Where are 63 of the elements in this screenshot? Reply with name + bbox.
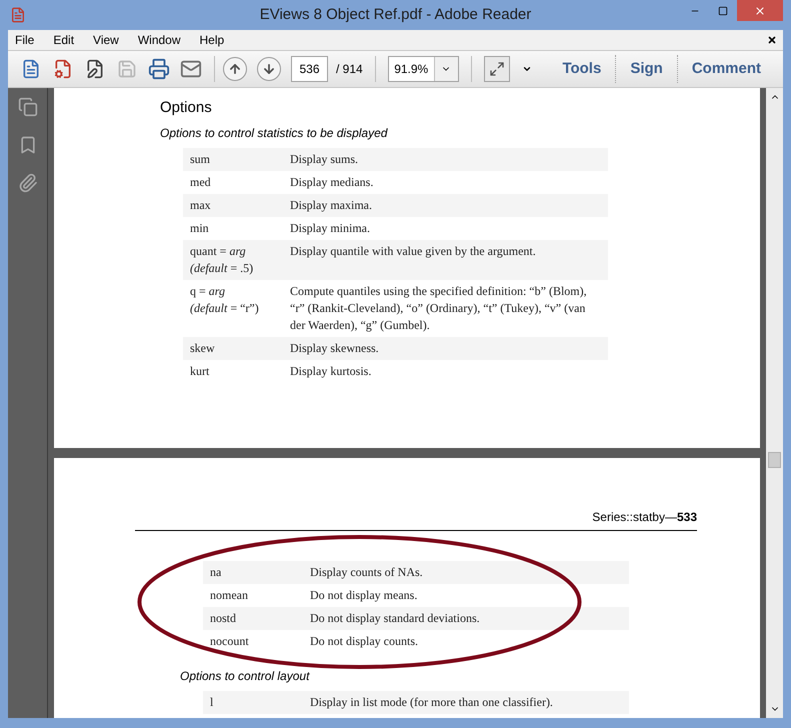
option-description: Do not display means. bbox=[310, 587, 418, 604]
document-gear-icon bbox=[53, 59, 73, 79]
menu-item[interactable]: Help bbox=[200, 31, 224, 49]
zoom-dropdown[interactable]: 91.9% bbox=[388, 56, 459, 82]
close-icon bbox=[754, 4, 766, 16]
document-pen-icon bbox=[85, 59, 105, 79]
option-default: (default = .5) bbox=[190, 260, 254, 276]
down-arrow-icon bbox=[262, 62, 276, 76]
section-subtitle: Options to control layout bbox=[180, 668, 311, 685]
maximize-icon bbox=[718, 6, 728, 16]
paperclip-icon[interactable] bbox=[18, 172, 38, 194]
option-description: Display counts of NAs. bbox=[310, 564, 423, 581]
menu-item[interactable]: File bbox=[15, 31, 34, 49]
menu-item[interactable]: Edit bbox=[53, 31, 74, 49]
scrollbar[interactable] bbox=[766, 88, 783, 718]
option-name: skew bbox=[190, 340, 216, 356]
pane-tab[interactable]: Tools bbox=[548, 58, 616, 80]
section-heading: Options bbox=[160, 98, 213, 118]
next-page-button[interactable] bbox=[257, 57, 281, 81]
option-description: Display medians. bbox=[290, 174, 374, 190]
page-count: / 914 bbox=[336, 61, 363, 78]
option-description: Compute quantiles using the specified definition: “b” (Blom), “r” (Rankit-Cleveland), “o” (Ordinary), “t” (Tukey), “v” (van der Waerden), “g” (Gumbel). bbox=[290, 282, 588, 334]
expand-arrows-icon bbox=[488, 61, 505, 77]
option-description: Do not display counts. bbox=[310, 633, 418, 650]
running-header: Series::statby—533 bbox=[592, 509, 697, 526]
section-subtitle: Options to control statistics to be displayed bbox=[160, 124, 389, 142]
option-name: med bbox=[190, 174, 212, 190]
customize-toolbar-icon[interactable] bbox=[522, 64, 532, 74]
menu-item[interactable]: View bbox=[93, 31, 119, 49]
page-number-field[interactable]: 536 bbox=[291, 56, 328, 82]
option-description: Do not display standard deviations. bbox=[310, 610, 480, 627]
option-name: nostd bbox=[210, 610, 238, 627]
option-description: Display sums. bbox=[290, 150, 358, 168]
option-name: quant = arg bbox=[190, 242, 247, 260]
option-name: nomean bbox=[210, 587, 249, 604]
option-name: q = arg bbox=[190, 282, 226, 300]
option-name: na bbox=[210, 564, 222, 581]
document-icon bbox=[21, 59, 41, 79]
window-title: EViews 8 Object Ref.pdf - Adobe Reader bbox=[260, 4, 532, 25]
option-name: nocount bbox=[210, 633, 250, 650]
option-default: (default = “r”) bbox=[190, 300, 260, 316]
option-description: Display kurtosis. bbox=[290, 362, 372, 380]
scrollbar-thumb[interactable] bbox=[768, 452, 781, 468]
full-screen-button[interactable] bbox=[484, 56, 510, 82]
option-description: Display maxima. bbox=[290, 196, 372, 214]
pane-tab[interactable]: Sign bbox=[616, 58, 677, 80]
option-description: Display in list mode (for more than one classifier). bbox=[310, 694, 553, 711]
option-name: max bbox=[190, 196, 212, 214]
option-name: min bbox=[190, 220, 210, 236]
previous-page-button[interactable] bbox=[223, 57, 247, 81]
option-description: Display minima. bbox=[290, 220, 370, 236]
pdf-document-icon bbox=[10, 6, 26, 24]
option-description: Display quantile with value given by the argument. bbox=[290, 242, 536, 260]
pane-tab[interactable]: Comment bbox=[678, 58, 775, 80]
envelope-icon bbox=[180, 58, 202, 80]
option-description: Display skewness. bbox=[290, 340, 379, 356]
printer-icon bbox=[148, 58, 170, 80]
option-name: l bbox=[210, 694, 214, 711]
menu-item[interactable]: Window bbox=[138, 31, 181, 49]
option-name: sum bbox=[190, 150, 212, 168]
close-document-icon[interactable] bbox=[767, 35, 777, 45]
pages-icon[interactable] bbox=[18, 96, 38, 118]
option-name: kurt bbox=[190, 362, 210, 380]
